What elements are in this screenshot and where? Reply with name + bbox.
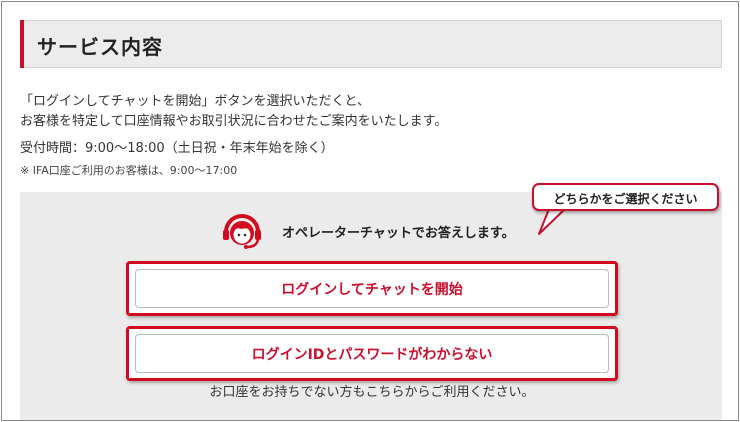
section-title: サービス内容 bbox=[37, 35, 163, 59]
callout-tail bbox=[538, 207, 567, 235]
service-hours: 受付時間：9:00～18:00（土日祝・年末年始を除く） bbox=[20, 141, 334, 156]
intro-line-1: 「ログインしてチャットを開始」ボタンを選択いただくと、 bbox=[20, 94, 370, 109]
forgot-id-password-button[interactable]: ログインIDとパスワードがわからない bbox=[135, 334, 609, 373]
section-header: サービス内容 bbox=[20, 20, 722, 68]
forgot-credentials-highlight: ログインIDとパスワードがわからない bbox=[126, 326, 618, 381]
screenshot-frame: サービス内容 「ログインしてチャットを開始」ボタンを選択いただくと、 お客様を特… bbox=[1, 1, 739, 421]
choose-callout: どちらかをご選択ください bbox=[532, 183, 719, 211]
login-chat-highlight: ログインしてチャットを開始 bbox=[126, 261, 618, 316]
no-account-note: お口座をお持ちでない方もこちらからご利用ください。 bbox=[209, 385, 535, 400]
operator-headset-icon bbox=[223, 214, 261, 249]
operator-chat-label: オペレーターチャットでお答えします。 bbox=[282, 226, 515, 241]
ifa-hours-note: ※ IFA口座ご利用のお客様は、9:00～17:00 bbox=[20, 164, 238, 177]
choose-callout-text: どちらかをご選択ください bbox=[553, 192, 698, 206]
intro-line-2: お客様を特定して口座情報やお取引状況に合わせたご案内をいたします。 bbox=[20, 114, 448, 129]
header-accent-bar bbox=[20, 20, 24, 68]
login-start-chat-button[interactable]: ログインしてチャットを開始 bbox=[135, 269, 609, 308]
